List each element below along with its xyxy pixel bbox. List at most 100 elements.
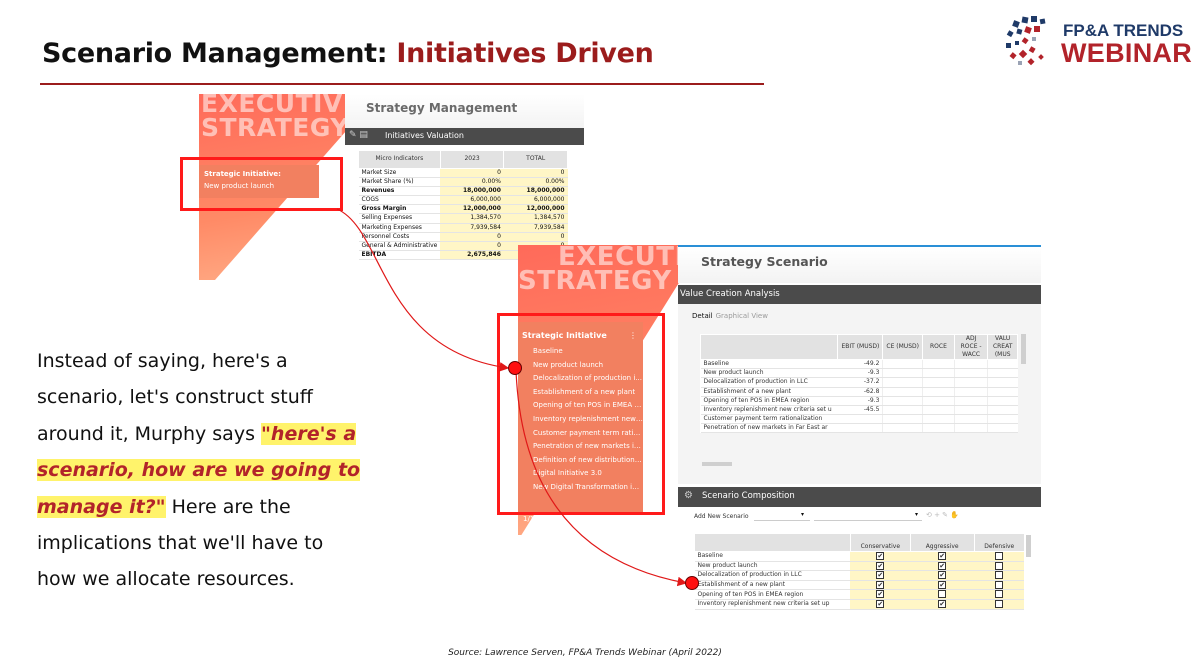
defensive-checkbox[interactable] bbox=[995, 599, 1004, 608]
row-label: Opening of ten POS in EMEA region bbox=[694, 589, 851, 600]
ebit-value: -45.5 bbox=[837, 405, 883, 415]
aggressive-checkbox[interactable] bbox=[938, 590, 947, 599]
table-row[interactable]: Inventory replenishment new criteria set… bbox=[700, 405, 1018, 415]
empty-cell bbox=[921, 368, 955, 379]
column-header: VALU CREAT (MUS bbox=[987, 333, 1018, 361]
table-row: Establishment of a new plant ✔ ✔ bbox=[694, 580, 1024, 591]
empty-cell bbox=[987, 387, 1018, 397]
table-row: Market Size 0 0 bbox=[358, 168, 568, 179]
aggressive-checkbox[interactable]: ✔ bbox=[938, 561, 947, 570]
strategy-scenario-title: Strategy Scenario bbox=[701, 254, 828, 269]
body-line-3: around it, Murphy says "here's a bbox=[37, 416, 437, 452]
table-row[interactable]: New product launch -9.3 bbox=[700, 368, 1018, 379]
aggressive-checkbox[interactable]: ✔ bbox=[938, 599, 947, 608]
ebit-value: -9.3 bbox=[837, 368, 883, 379]
empty-cell bbox=[953, 405, 988, 415]
defensive-checkbox[interactable] bbox=[995, 561, 1004, 570]
column-header: TOTAL bbox=[503, 150, 568, 169]
row-label: Market Share (%) bbox=[358, 177, 441, 188]
defensive-checkbox[interactable] bbox=[995, 571, 1004, 580]
scenario-toolbar-icons[interactable]: ⟲ + ✎ ✋ bbox=[926, 511, 959, 519]
row-label: Baseline bbox=[700, 359, 838, 370]
row-label: New product launch bbox=[694, 561, 851, 572]
empty-cell bbox=[921, 359, 955, 370]
conservative-checkbox[interactable]: ✔ bbox=[876, 561, 885, 570]
scenario-name-dropdown[interactable]: ▾ bbox=[814, 511, 922, 521]
empty-cell bbox=[882, 359, 923, 370]
table-header-row: Conservative Aggressive Defensive bbox=[694, 533, 1024, 552]
scenario-composition-panel: Add New Scenario ▾ ▾ ⟲ + ✎ ✋ Conservativ… bbox=[678, 507, 1041, 635]
table-row[interactable]: Customer payment term rationalization bbox=[700, 414, 1018, 424]
chevron-down-icon: ▾ bbox=[914, 511, 918, 518]
aggressive-checkbox[interactable]: ✔ bbox=[938, 552, 947, 560]
defensive-checkbox[interactable] bbox=[995, 580, 1004, 589]
column-header: Micro Indicators bbox=[358, 150, 441, 169]
table-row[interactable]: Baseline -49.2 bbox=[700, 359, 1018, 370]
title-part1: Scenario Management: bbox=[42, 38, 397, 69]
column-header: ROCE bbox=[921, 333, 955, 361]
aggressive-checkbox[interactable]: ✔ bbox=[938, 580, 947, 589]
banner-word-strategy: STRATEGY bbox=[518, 266, 672, 296]
conservative-checkbox[interactable]: ✔ bbox=[876, 580, 885, 589]
row-label: EBITDA bbox=[358, 250, 441, 260]
empty-cell bbox=[953, 377, 988, 388]
body-line-5-text: Here are the bbox=[165, 495, 291, 518]
defensive-cell bbox=[974, 589, 1024, 600]
cell-value: 2,675,846 bbox=[440, 250, 504, 260]
table-row[interactable]: Opening of ten POS in EMEA region -9.3 bbox=[700, 396, 1018, 406]
column-header: CE (MUSD) bbox=[882, 333, 923, 361]
row-label: General & Administrative bbox=[358, 241, 441, 251]
table-row: COGS 6,000,000 6,000,000 bbox=[358, 195, 568, 206]
empty-cell bbox=[987, 405, 1018, 415]
table-row: Personnel Costs 0 0 bbox=[358, 232, 568, 242]
empty-cell bbox=[953, 423, 988, 434]
table-row[interactable]: Penetration of new markets in Far East a… bbox=[700, 423, 1018, 434]
source-citation: Source: Lawrence Serven, FP&A Trends Web… bbox=[448, 648, 722, 658]
tab-detail[interactable]: Detail bbox=[692, 312, 713, 320]
conservative-checkbox[interactable]: ✔ bbox=[876, 599, 885, 608]
cell-value: 0 bbox=[503, 168, 568, 179]
conservative-checkbox[interactable]: ✔ bbox=[876, 590, 885, 599]
cell-value: 0 bbox=[440, 241, 504, 251]
cell-value: 12,000,000 bbox=[440, 204, 504, 215]
empty-cell bbox=[953, 387, 988, 397]
conservative-cell: ✔ bbox=[850, 570, 911, 581]
column-header bbox=[694, 533, 851, 552]
aggressive-cell: ✔ bbox=[910, 551, 975, 562]
quote-part-1: "here's a bbox=[261, 422, 357, 445]
defensive-checkbox[interactable] bbox=[995, 552, 1004, 560]
table-row: Selling Expenses 1,384,570 1,384,570 bbox=[358, 213, 568, 224]
vca-tabs: Detail Graphical View bbox=[692, 312, 768, 320]
empty-cell bbox=[987, 377, 1018, 388]
defensive-checkbox[interactable] bbox=[995, 590, 1004, 599]
empty-cell bbox=[921, 387, 955, 397]
body-line-2: scenario, let's construct stuff bbox=[37, 386, 313, 409]
quote-part-3: manage it?" bbox=[37, 495, 166, 518]
conservative-checkbox[interactable]: ✔ bbox=[876, 552, 885, 560]
aggressive-cell bbox=[910, 589, 975, 600]
logo-globe-icon bbox=[1006, 16, 1046, 66]
vca-vertical-scrollbar[interactable] bbox=[1021, 334, 1026, 364]
table-row: Opening of ten POS in EMEA region ✔ bbox=[694, 589, 1024, 600]
gear-icon[interactable]: ⚙ bbox=[684, 490, 693, 501]
column-header: Conservative bbox=[849, 533, 911, 552]
highlight-box-initiative-list bbox=[497, 313, 665, 515]
empty-cell bbox=[987, 414, 1018, 424]
table-row[interactable]: Establishment of a new plant -62.8 bbox=[700, 387, 1018, 397]
table-row: Delocalization of production in LLC ✔ ✔ bbox=[694, 570, 1024, 581]
table-row[interactable]: Delocalization of production in LLC -37.2 bbox=[700, 377, 1018, 388]
toolbar-icons[interactable]: ✎ ▤ bbox=[349, 130, 368, 140]
title-underline bbox=[40, 83, 764, 85]
aggressive-checkbox[interactable]: ✔ bbox=[938, 571, 947, 580]
table-header-row: EBIT (MUSD) CE (MUSD) ROCE ADJ ROCE - WA… bbox=[699, 333, 1018, 361]
quote-part-2: scenario, how are we going to bbox=[37, 459, 361, 482]
tab-graphical-view[interactable]: Graphical View bbox=[716, 312, 768, 320]
banner-word-strategy: STRATEGY bbox=[201, 113, 349, 142]
conservative-checkbox[interactable]: ✔ bbox=[876, 571, 885, 580]
vca-horizontal-scrollbar[interactable] bbox=[702, 462, 732, 466]
scenario-dropdown[interactable]: ▾ bbox=[754, 511, 810, 521]
sc-vertical-scrollbar[interactable] bbox=[1026, 535, 1031, 557]
ebit-value bbox=[837, 423, 883, 434]
empty-cell bbox=[882, 387, 923, 397]
empty-cell bbox=[987, 396, 1018, 406]
